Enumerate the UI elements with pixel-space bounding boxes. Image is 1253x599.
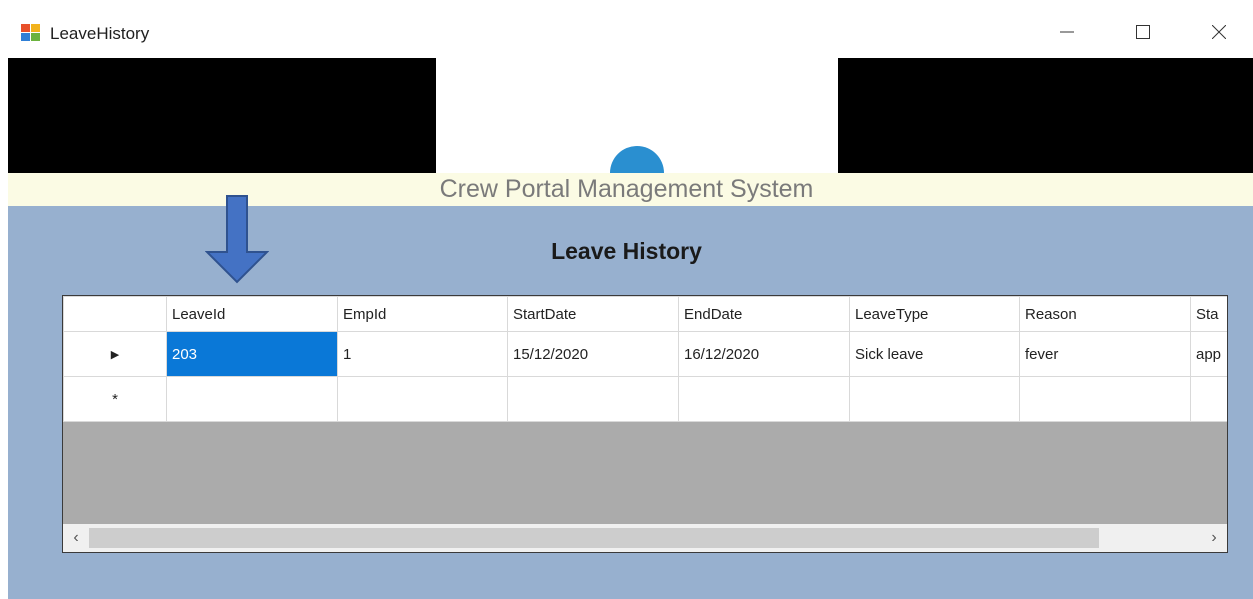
leave-history-grid[interactable]: LeaveId EmpId StartDate EndDate LeaveTyp… bbox=[62, 295, 1228, 553]
table-row[interactable]: ▶ 203 1 15/12/2020 16/12/2020 Sick leave… bbox=[63, 331, 1227, 377]
cell-enddate[interactable] bbox=[678, 376, 850, 422]
chevron-right-icon: › bbox=[1211, 529, 1217, 546]
scrollbar-thumb[interactable] bbox=[89, 528, 1099, 548]
page-heading: Leave History bbox=[551, 238, 702, 264]
cell-leavetype[interactable]: Sick leave bbox=[849, 331, 1020, 377]
cell-startdate[interactable] bbox=[507, 376, 679, 422]
horizontal-scrollbar[interactable]: ‹ › bbox=[63, 524, 1227, 552]
new-row[interactable]: * bbox=[63, 376, 1227, 422]
system-title: Crew Portal Management System bbox=[439, 175, 814, 203]
minimize-button[interactable] bbox=[1044, 14, 1090, 50]
cell-leaveid[interactable] bbox=[166, 376, 338, 422]
banner-black-right bbox=[838, 58, 1253, 173]
maximize-icon bbox=[1136, 25, 1150, 39]
column-header-leavetype[interactable]: LeaveType bbox=[849, 296, 1020, 332]
corner-header-cell[interactable] bbox=[63, 296, 167, 332]
cell-startdate[interactable]: 15/12/2020 bbox=[507, 331, 679, 377]
scroll-left-button[interactable]: ‹ bbox=[63, 524, 89, 552]
header-row: LeaveId EmpId StartDate EndDate LeaveTyp… bbox=[63, 296, 1227, 332]
cell-empid[interactable] bbox=[337, 376, 508, 422]
close-icon bbox=[1212, 25, 1226, 39]
chevron-left-icon: ‹ bbox=[73, 529, 79, 546]
cell-leaveid[interactable]: 203 bbox=[166, 331, 338, 377]
cell-enddate[interactable]: 16/12/2020 bbox=[678, 331, 850, 377]
app-icon bbox=[21, 24, 40, 41]
minimize-icon bbox=[1060, 31, 1074, 33]
row-indicator-current[interactable]: ▶ bbox=[63, 331, 167, 377]
row-indicator-new[interactable]: * bbox=[63, 376, 167, 422]
cell-empid[interactable]: 1 bbox=[337, 331, 508, 377]
column-header-status[interactable]: Sta bbox=[1190, 296, 1227, 332]
column-header-leaveid[interactable]: LeaveId bbox=[166, 296, 338, 332]
column-header-empid[interactable]: EmpId bbox=[337, 296, 508, 332]
maximize-button[interactable] bbox=[1120, 14, 1166, 50]
column-header-enddate[interactable]: EndDate bbox=[678, 296, 850, 332]
column-header-startdate[interactable]: StartDate bbox=[507, 296, 679, 332]
banner-black-left bbox=[8, 58, 436, 173]
cell-leavetype[interactable] bbox=[849, 376, 1020, 422]
cell-reason[interactable] bbox=[1019, 376, 1191, 422]
close-button[interactable] bbox=[1196, 14, 1242, 50]
window-title: LeaveHistory bbox=[50, 24, 150, 43]
data-grid-table: LeaveId EmpId StartDate EndDate LeaveTyp… bbox=[63, 296, 1227, 422]
column-header-reason[interactable]: Reason bbox=[1019, 296, 1191, 332]
title-bar: LeaveHistory bbox=[0, 0, 1253, 58]
cell-status[interactable] bbox=[1190, 376, 1227, 422]
scroll-right-button[interactable]: › bbox=[1201, 524, 1227, 552]
cell-status[interactable]: app bbox=[1190, 331, 1227, 377]
cell-reason[interactable]: fever bbox=[1019, 331, 1191, 377]
